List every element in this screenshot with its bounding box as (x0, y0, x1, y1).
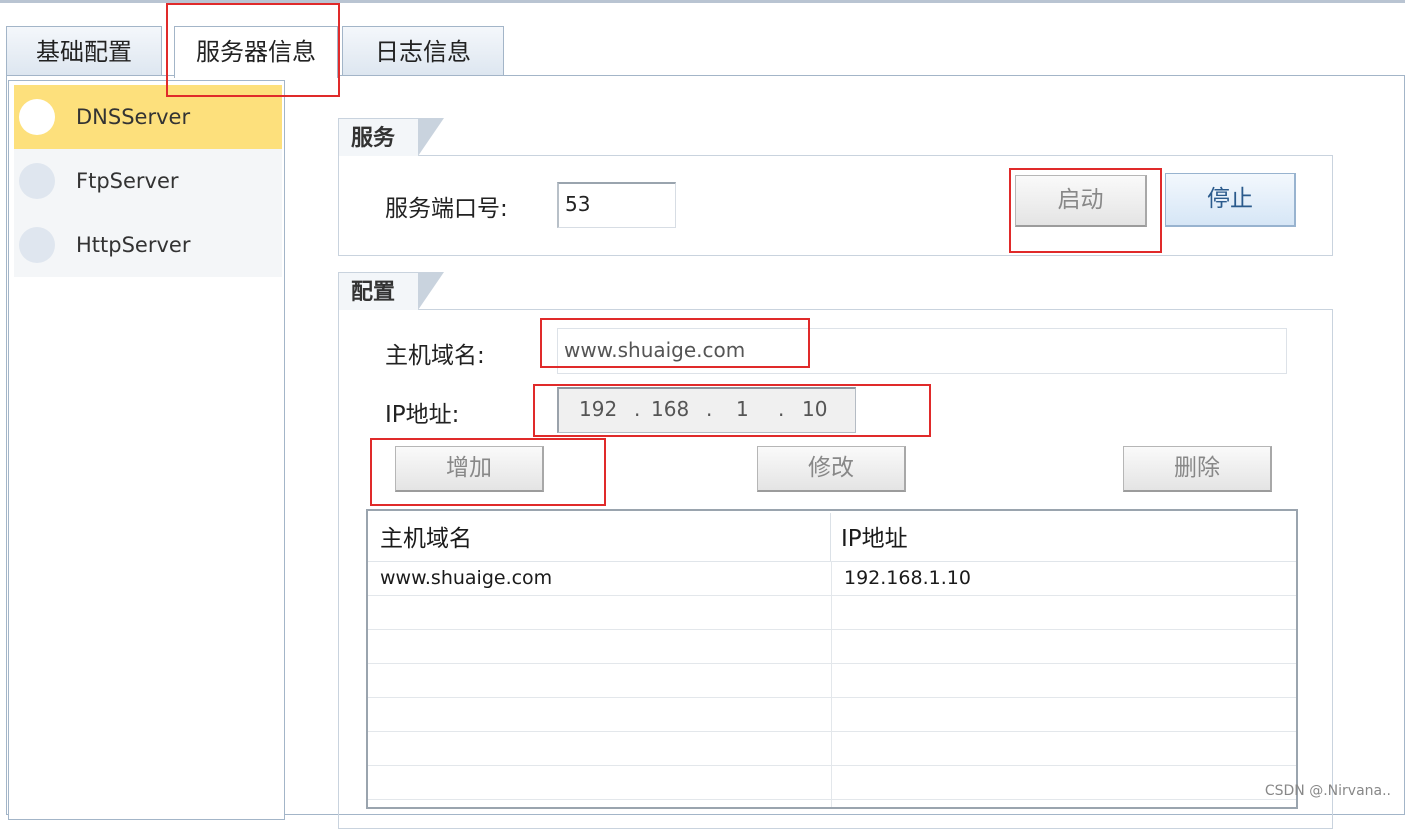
delete-button[interactable]: 删除 (1123, 446, 1272, 492)
table-row-empty[interactable] (368, 765, 1296, 800)
annotation-box-ip (533, 384, 931, 437)
port-input[interactable]: 53 (557, 182, 676, 228)
table-row[interactable]: www.shuaige.com 192.168.1.10 (368, 561, 1296, 596)
dns-records-table[interactable]: 主机域名 IP地址 www.shuaige.com 192.168.1.10 (366, 509, 1298, 809)
tab-basic-config[interactable]: 基础配置 (6, 26, 162, 76)
table-row-empty[interactable] (368, 595, 1296, 630)
column-header-hostname[interactable]: 主机域名 (380, 511, 472, 567)
server-status-icon (19, 163, 55, 199)
server-status-icon (19, 227, 55, 263)
config-group-title: 配置 (338, 272, 444, 310)
cell-ip: 192.168.1.10 (844, 567, 971, 589)
table-row-empty[interactable] (368, 663, 1296, 698)
annotation-box-add (370, 438, 606, 506)
table-row-empty[interactable] (368, 629, 1296, 664)
server-item-ftp[interactable]: FtpServer (14, 149, 282, 213)
annotation-box-server-tab (166, 3, 340, 97)
annotation-box-start (1009, 168, 1162, 253)
service-group-title: 服务 (338, 118, 444, 156)
column-header-ip[interactable]: IP地址 (841, 511, 908, 567)
column-divider (830, 513, 831, 561)
watermark: CSDN @.Nirvana.. (1264, 783, 1391, 799)
edit-button[interactable]: 修改 (757, 446, 906, 492)
cell-hostname: www.shuaige.com (380, 567, 553, 589)
tab-log-info[interactable]: 日志信息 (342, 26, 504, 76)
server-list: DNSServer FtpServer HttpServer (8, 80, 285, 820)
table-row-empty[interactable] (368, 697, 1296, 732)
hostname-label: 主机域名: (385, 343, 485, 369)
ip-label: IP地址: (385, 402, 460, 428)
port-label: 服务端口号: (385, 196, 508, 222)
server-item-http[interactable]: HttpServer (14, 213, 282, 277)
table-header: 主机域名 IP地址 (368, 511, 1296, 562)
server-status-icon (19, 99, 55, 135)
stop-button[interactable]: 停止 (1165, 173, 1296, 227)
server-item-label: HttpServer (76, 233, 191, 257)
annotation-box-hostname (540, 318, 810, 368)
server-item-label: FtpServer (76, 169, 179, 193)
table-row-empty[interactable] (368, 731, 1296, 766)
